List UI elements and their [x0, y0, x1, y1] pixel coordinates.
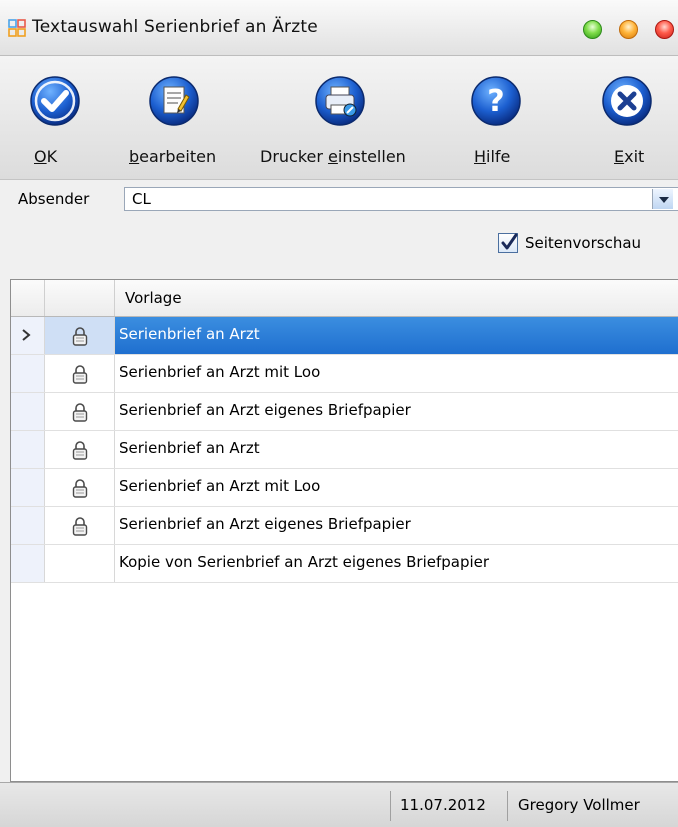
svg-text:?: ?	[487, 84, 504, 119]
help-button[interactable]: ? Hilfe	[466, 56, 536, 180]
lock-cell	[45, 393, 115, 430]
ok-button[interactable]: OK	[20, 56, 90, 180]
checkmark-icon	[30, 76, 80, 126]
exit-button[interactable]: Exit	[596, 56, 678, 180]
status-user-panel: Gregory Vollmer	[507, 791, 678, 821]
table-row[interactable]: Kopie von Serienbrief an Arzt eigenes Br…	[11, 545, 678, 583]
grid-header: Vorlage	[11, 280, 678, 317]
row-selector[interactable]	[11, 469, 45, 506]
column-header-vorlage[interactable]: Vorlage	[125, 289, 182, 307]
table-row[interactable]: Serienbrief an Arzt mit Loo	[11, 469, 678, 507]
table-row[interactable]: Serienbrief an Arzt mit Loo	[11, 355, 678, 393]
preview-row: Seitenvorschau	[0, 216, 678, 272]
toolbar: OK bearbeiten Drucker einstellen ? Hilfe…	[0, 56, 678, 180]
status-date: 11.07.2012	[400, 796, 486, 814]
printer-settings-icon	[315, 76, 365, 126]
lock-icon	[72, 479, 88, 498]
close-icon	[602, 76, 652, 126]
sender-combobox[interactable]: CL	[124, 187, 678, 211]
edit-document-icon	[149, 76, 199, 126]
lock-cell	[45, 507, 115, 544]
table-row[interactable]: Serienbrief an Arzt eigenes Briefpapier	[11, 393, 678, 431]
lock-icon	[72, 403, 88, 422]
table-row[interactable]: Serienbrief an Arzt	[11, 431, 678, 469]
header-lock-cell	[45, 280, 115, 316]
row-selector[interactable]	[11, 545, 45, 582]
sender-value: CL	[132, 190, 151, 208]
check-icon	[501, 233, 518, 250]
chevron-down-icon[interactable]	[652, 189, 673, 209]
table-row[interactable]: Serienbrief an Arzt	[11, 317, 678, 355]
sender-label: Absender	[18, 190, 90, 208]
status-bar: 11.07.2012 Gregory Vollmer	[0, 782, 678, 827]
window-title: Textauswahl Serienbrief an Ärzte	[32, 17, 318, 37]
preview-label: Seitenvorschau	[525, 234, 642, 252]
template-name: Serienbrief an Arzt	[119, 325, 260, 343]
lock-icon	[72, 517, 88, 536]
template-name: Serienbrief an Arzt eigenes Briefpapier	[119, 401, 411, 419]
template-name: Serienbrief an Arzt eigenes Briefpapier	[119, 515, 411, 533]
template-grid[interactable]: Vorlage Serienbrief an Arzt Serienbrief a…	[10, 279, 678, 782]
sender-row: Absender CL	[0, 180, 678, 216]
lock-icon	[72, 327, 88, 346]
lock-cell	[45, 317, 115, 354]
template-name: Kopie von Serienbrief an Arzt eigenes Br…	[119, 553, 490, 571]
maximize-button[interactable]	[583, 20, 602, 39]
help-label: Hilfe	[474, 147, 511, 166]
row-selector[interactable]	[11, 393, 45, 430]
help-icon: ?	[471, 76, 521, 126]
ok-label: OK	[34, 147, 58, 166]
row-selector[interactable]	[11, 507, 45, 544]
status-date-panel: 11.07.2012	[390, 791, 506, 821]
status-user: Gregory Vollmer	[518, 796, 640, 814]
lock-cell	[45, 545, 115, 582]
printer-settings-button[interactable]: Drucker einstellen	[258, 56, 438, 180]
table-row[interactable]: Serienbrief an Arzt eigenes Briefpapier	[11, 507, 678, 545]
template-name: Serienbrief an Arzt	[119, 439, 260, 457]
current-row-arrow-icon	[22, 329, 31, 341]
edit-button[interactable]: bearbeiten	[126, 56, 236, 180]
minimize-button[interactable]	[619, 20, 638, 39]
lock-cell	[45, 469, 115, 506]
title-bar: Textauswahl Serienbrief an Ärzte	[0, 0, 678, 56]
row-selector[interactable]	[11, 355, 45, 392]
preview-checkbox[interactable]	[498, 233, 518, 253]
row-selector[interactable]	[11, 431, 45, 468]
lock-icon	[72, 365, 88, 384]
exit-label: Exit	[614, 147, 645, 166]
template-name: Serienbrief an Arzt mit Loo	[119, 477, 321, 495]
edit-label: bearbeiten	[129, 147, 217, 166]
header-selector-cell	[11, 280, 45, 316]
lock-cell	[45, 355, 115, 392]
row-selector[interactable]	[11, 317, 45, 354]
template-name: Serienbrief an Arzt mit Loo	[119, 363, 321, 381]
lock-cell	[45, 431, 115, 468]
lock-icon	[72, 441, 88, 460]
close-window-button[interactable]	[655, 20, 674, 39]
grid-app-icon	[8, 19, 26, 37]
printer-settings-label: Drucker einstellen	[260, 147, 406, 166]
